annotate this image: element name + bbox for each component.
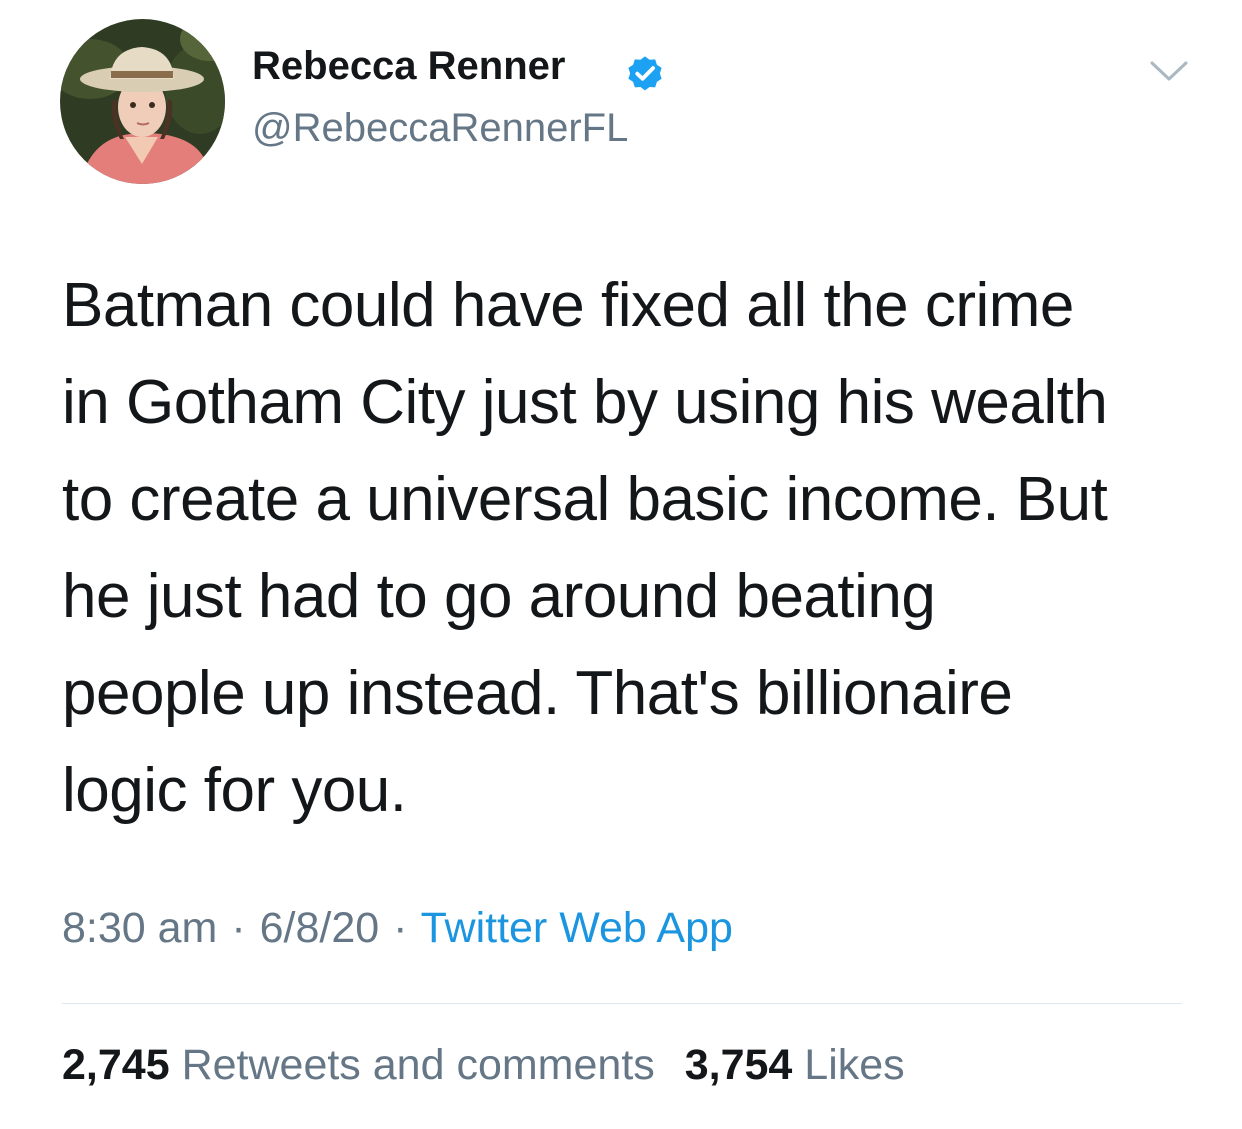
tweet-text: Batman could have fixed all the crime in… [62,271,1108,825]
tweet-source-link[interactable]: Twitter Web App [421,904,733,952]
likes-stat[interactable]: 3,754 Likes [685,1041,905,1089]
meta-separator: · [231,904,246,952]
tweet-date[interactable]: 6/8/20 [260,904,380,952]
meta-separator: · [393,904,408,952]
avatar-photo [60,19,225,184]
tweet-time[interactable]: 8:30 am [62,904,217,952]
retweets-label: Retweets and comments [181,1041,655,1089]
avatar[interactable] [60,19,225,184]
verified-badge-icon [628,56,662,91]
tweet-detail: Rebecca Renner @RebeccaRennerFL Batman c… [0,0,1242,1129]
likes-label: Likes [804,1041,905,1089]
author-display-name[interactable]: Rebecca Renner [252,44,565,89]
tweet-stats: 2,745 Retweets and comments 3,754 Likes [62,1041,923,1090]
tweet-metadata: 8:30 am · 6/8/20 · Twitter Web App [62,904,733,953]
retweets-count: 2,745 [62,1041,170,1089]
author-handle[interactable]: @RebeccaRennerFL [252,106,628,151]
chevron-down-icon[interactable] [1149,59,1189,83]
likes-count: 3,754 [684,1041,793,1089]
retweets-stat[interactable]: 2,745 Retweets and comments [62,1041,667,1089]
divider [62,1003,1182,1004]
